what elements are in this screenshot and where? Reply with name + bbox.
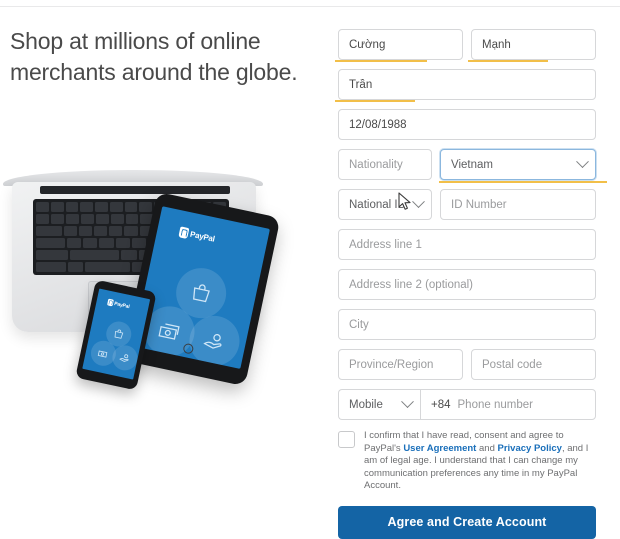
last-name-input[interactable]: Trần <box>335 69 596 102</box>
hand-coin-icon <box>203 333 222 349</box>
name-row: Cường Mạnh <box>335 29 596 62</box>
cash-icon <box>158 323 180 340</box>
shopping-bag-icon-small <box>114 329 124 339</box>
address-line-1-input[interactable]: Address line 1 <box>338 229 596 260</box>
first-name-input[interactable]: Cường <box>335 29 463 62</box>
id-type-select[interactable]: National ID <box>338 189 432 220</box>
nationality-select[interactable]: Vietnam <box>439 149 607 183</box>
address-line-2-input[interactable]: Address line 2 (optional) <box>338 269 596 300</box>
user-agreement-link[interactable]: User Agreement <box>403 443 476 454</box>
signup-form: Cường Mạnh Trần 12/08/1988 Nationality V… <box>335 29 607 539</box>
province-postal-row: Province/Region Postal code <box>338 349 596 380</box>
last-name-autofill-underline <box>335 100 415 102</box>
hand-coin-icon-small <box>119 354 129 362</box>
tablet-screen: PayPal <box>132 206 270 369</box>
city-row: City <box>338 309 596 340</box>
middle-name-autofill-underline <box>468 60 548 62</box>
paypal-logo-phone: PayPal <box>106 298 131 310</box>
country-code: +84 <box>431 398 451 411</box>
date-of-birth-input[interactable]: 12/08/1988 <box>338 109 596 140</box>
privacy-policy-link[interactable]: Privacy Policy <box>498 443 562 454</box>
shopping-bag-icon <box>193 284 210 303</box>
province-input[interactable]: Province/Region <box>338 349 463 380</box>
consent-block: I confirm that I have read, consent and … <box>338 430 596 493</box>
page-headline: Shop at millions of online merchants aro… <box>10 28 298 85</box>
feature-icon-cluster-phone <box>88 317 143 374</box>
signup-form-panel: Cường Mạnh Trần 12/08/1988 Nationality V… <box>313 7 620 539</box>
chevron-down-icon <box>576 155 589 169</box>
chevron-down-icon <box>412 195 425 209</box>
nationality-row: Nationality Vietnam <box>338 149 607 183</box>
paypal-logo-tablet: PayPal <box>178 226 216 244</box>
feature-icon-cluster <box>139 259 251 369</box>
signup-page: Shop at millions of online merchants aro… <box>0 0 620 539</box>
agree-and-create-account-button[interactable]: Agree and Create Account <box>338 505 596 539</box>
laptop-hinge <box>40 186 230 194</box>
phone-type-select[interactable]: Mobile <box>338 389 420 420</box>
nationality-label-box: Nationality <box>338 149 432 180</box>
marketing-panel: Shop at millions of online merchants aro… <box>0 7 313 504</box>
last-name-row: Trần <box>335 69 596 102</box>
circle-hand-coin <box>184 311 245 369</box>
middle-name-input[interactable]: Mạnh <box>468 29 596 62</box>
chevron-down-icon <box>401 395 414 409</box>
paypal-wordmark: PayPal <box>189 229 216 244</box>
city-input[interactable]: City <box>338 309 596 340</box>
nationality-autofill-underline <box>439 181 607 183</box>
paypal-icon <box>178 226 190 240</box>
cash-icon-small <box>97 350 108 358</box>
postal-code-input[interactable]: Postal code <box>471 349 596 380</box>
id-row: National ID ID Number <box>338 189 596 220</box>
address-1-row: Address line 1 <box>338 229 596 260</box>
phone-screen: PayPal <box>82 288 151 380</box>
consent-checkbox[interactable] <box>338 431 355 448</box>
devices-illustration: PayPal PayPal <box>0 155 313 405</box>
phone-row: Mobile +84 Phone number <box>338 389 596 420</box>
first-name-autofill-underline <box>335 60 427 62</box>
dob-row: 12/08/1988 <box>338 109 596 140</box>
paypal-wordmark-small: PayPal <box>113 300 131 310</box>
id-number-input[interactable]: ID Number <box>440 189 596 220</box>
phone-number-input[interactable]: +84 Phone number <box>420 389 596 420</box>
address-2-row: Address line 2 (optional) <box>338 269 596 300</box>
consent-text: I confirm that I have read, consent and … <box>364 430 589 492</box>
